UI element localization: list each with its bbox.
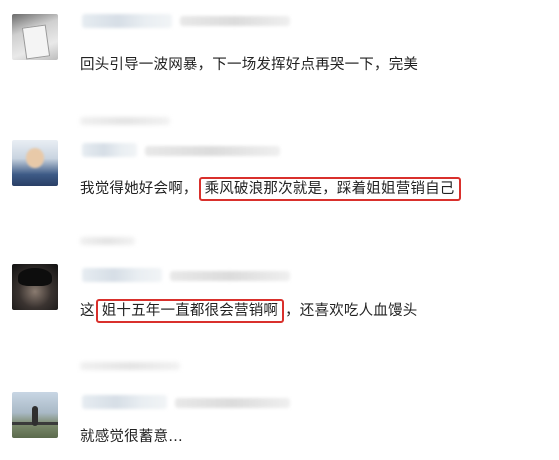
comment-text: 这姐十五年一直都很会营销啊 ，还喜欢吃人血馒头 bbox=[80, 299, 418, 323]
comment-text: 就感觉很蓄意… bbox=[80, 427, 183, 447]
avatar[interactable] bbox=[12, 140, 58, 186]
username-blurred[interactable] bbox=[82, 143, 137, 157]
timestamp-blurred bbox=[175, 398, 290, 408]
avatar-image bbox=[26, 148, 44, 168]
comment-text: 我觉得她好会啊， 乘风破浪那次就是，踩着姐姐营销自己 bbox=[80, 177, 462, 201]
highlight-box: 姐十五年一直都很会营销啊 bbox=[95, 299, 285, 323]
comment-list: 回头引导一波网暴，下一场发挥好点再哭一下，完美 我觉得她好会啊， 乘风破浪那次就是… bbox=[0, 0, 559, 460]
avatar-image bbox=[21, 24, 51, 60]
avatar[interactable] bbox=[12, 264, 58, 310]
username-blurred[interactable] bbox=[82, 14, 172, 28]
comment-text-content: 回头引导一波网暴，下一场发挥好点再哭一下，完美 bbox=[80, 57, 419, 73]
username-blurred[interactable] bbox=[82, 268, 162, 282]
comment-text-suffix: ，还喜欢吃人血馒头 bbox=[285, 303, 418, 319]
divider bbox=[80, 237, 135, 245]
timestamp-blurred bbox=[170, 271, 290, 281]
highlight-box: 乘风破浪那次就是，踩着姐姐营销自己 bbox=[198, 177, 461, 201]
avatar[interactable] bbox=[12, 14, 58, 60]
avatar-image bbox=[18, 268, 52, 286]
timestamp-blurred bbox=[180, 16, 290, 26]
comment-text: 回头引导一波网暴，下一场发挥好点再哭一下，完美 bbox=[80, 55, 418, 75]
comment-text-prefix: 我觉得她好会啊， bbox=[80, 181, 198, 197]
timestamp-blurred bbox=[145, 146, 280, 156]
avatar-figure bbox=[32, 406, 38, 426]
comment-text-content: 就感觉很蓄意… bbox=[80, 429, 183, 445]
divider bbox=[80, 362, 180, 370]
username-blurred[interactable] bbox=[82, 395, 167, 409]
avatar[interactable] bbox=[12, 392, 58, 438]
comment-text-prefix: 这 bbox=[80, 303, 95, 319]
divider bbox=[80, 117, 170, 125]
